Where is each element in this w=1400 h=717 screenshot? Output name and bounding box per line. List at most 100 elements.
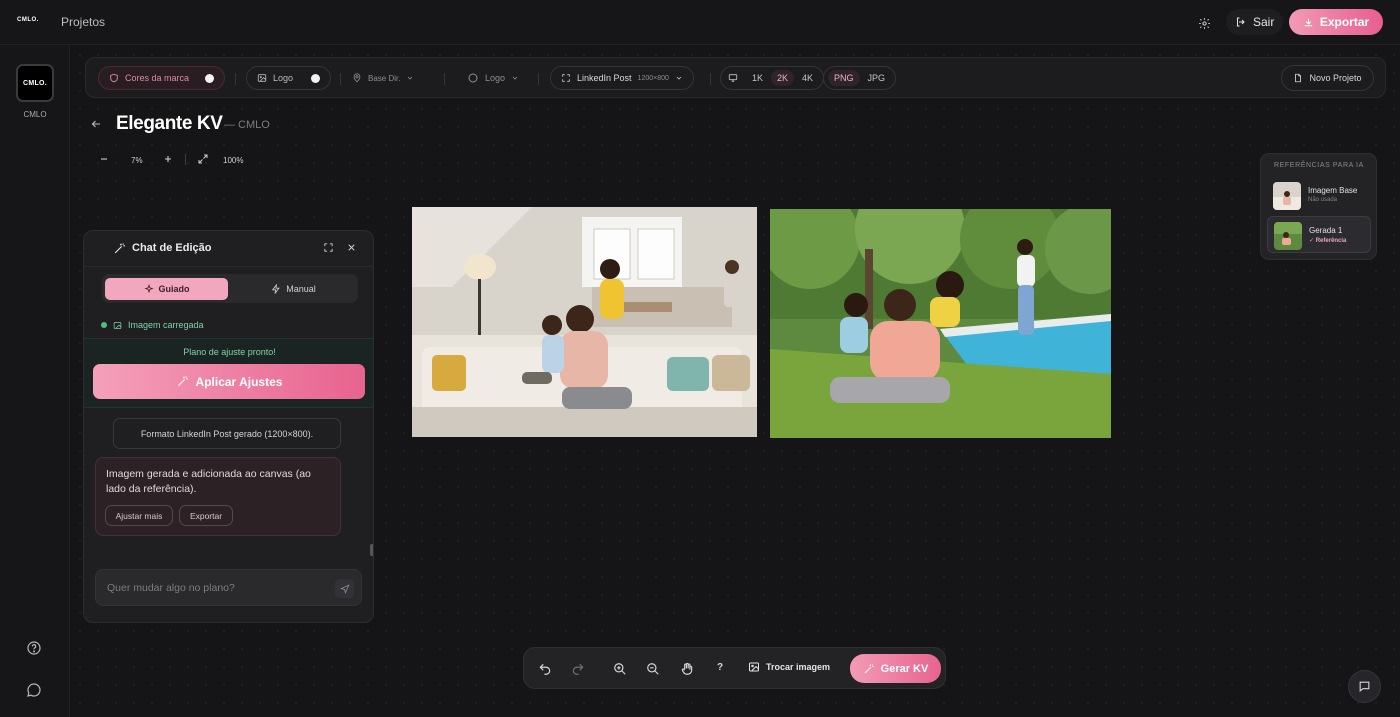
settings-button[interactable] [1193, 12, 1215, 34]
chat-message-input[interactable] [107, 580, 327, 596]
zoom-in-tool[interactable] [613, 662, 627, 676]
zoom-100-button[interactable]: 100% [223, 156, 243, 165]
divider [185, 154, 186, 165]
redo-button[interactable] [571, 662, 585, 676]
resolution-4k[interactable]: 4K [796, 70, 819, 86]
help-icon [27, 641, 41, 655]
image-swap-icon [749, 662, 759, 672]
zoom-out-tool[interactable] [646, 662, 660, 676]
nav-projects-link[interactable]: Projetos [61, 15, 105, 29]
chat-expand-button[interactable] [323, 242, 334, 253]
download-icon [1304, 18, 1312, 26]
top-bar: CMLO. Projetos Sair Exportar [0, 0, 1400, 45]
new-project-label: Novo Projeto [1309, 73, 1362, 83]
location-pin-icon [353, 73, 361, 83]
divider [235, 73, 236, 85]
project-logo-button[interactable]: CMLO. [16, 64, 54, 102]
base-dir-label: Base Dir. [368, 73, 401, 83]
image-status-label: Imagem carregada [128, 320, 204, 330]
monitor-icon [728, 74, 738, 82]
format-jpg[interactable]: JPG [862, 70, 892, 86]
zoom-out-button[interactable] [98, 153, 110, 165]
file-icon [1295, 73, 1302, 83]
assistant-message-text: Imagem gerada e adicionada ao canvas (ao… [106, 468, 311, 495]
references-title: REFERÊNCIAS PARA IA [1274, 162, 1364, 169]
zoom-in-button[interactable] [162, 153, 174, 165]
brand-logo[interactable]: CMLO. [17, 17, 39, 23]
shortcuts-help-button[interactable]: ? [717, 662, 723, 673]
image-icon [257, 74, 267, 82]
chat-close-button[interactable] [346, 242, 357, 253]
swap-image-button[interactable]: Trocar imagem [748, 661, 830, 673]
adjust-more-button[interactable]: Ajustar mais [105, 505, 173, 526]
ai-references-panel: REFERÊNCIAS PARA IA Imagem Base Não usad… [1260, 153, 1377, 260]
logo-select-label: Logo [485, 73, 506, 83]
chevron-down-icon [676, 76, 682, 80]
brand-name: CMLO [23, 110, 47, 119]
base-image[interactable] [412, 207, 757, 437]
logo-label: Logo [273, 73, 294, 83]
sparkle-icon [143, 284, 154, 294]
help-button[interactable] [26, 640, 42, 656]
undo-button[interactable] [538, 662, 552, 676]
logo-toggle[interactable]: Logo [246, 66, 332, 90]
send-button[interactable] [335, 579, 354, 598]
toggle-knob [205, 73, 215, 83]
mode-guided-label: Guiado [158, 284, 190, 294]
undo-icon [539, 663, 551, 675]
reference-item-generated[interactable]: Gerada 1 ✓ Referência [1267, 216, 1371, 253]
apply-adjustments-label: Aplicar Ajustes [195, 374, 283, 389]
plan-ready-section: Plano de ajuste pronto! Aplicar Ajustes [84, 338, 373, 408]
export-message-button[interactable]: Exportar [179, 505, 233, 526]
chat-scrollbar[interactable] [370, 544, 373, 556]
logout-label: Sair [1253, 15, 1275, 29]
mode-manual-tab[interactable]: Manual [232, 278, 355, 300]
format-select[interactable]: LinkedIn Post 1200×800 [550, 66, 694, 90]
back-button[interactable] [90, 118, 102, 130]
hand-icon [681, 662, 693, 675]
reference-item-base[interactable]: Imagem Base Não usada [1267, 177, 1371, 214]
chat-square-icon [1359, 681, 1370, 692]
new-project-button[interactable]: Novo Projeto [1281, 65, 1374, 91]
project-title: Elegante KV [116, 113, 223, 134]
resolution-1k[interactable]: 1K [746, 70, 769, 86]
resolution-2k[interactable]: 2K [771, 70, 795, 86]
assistant-message: Imagem gerada e adicionada ao canvas (ao… [95, 457, 341, 536]
pan-tool[interactable] [680, 662, 694, 676]
swap-image-label: Trocar imagem [766, 662, 831, 672]
reference-thumbnail [1274, 222, 1302, 250]
apply-adjustments-button[interactable]: Aplicar Ajustes [93, 364, 365, 399]
generate-kv-button[interactable]: Gerar KV [850, 654, 941, 683]
left-rail: CMLO. CMLO [0, 45, 70, 717]
format-png[interactable]: PNG [828, 70, 860, 86]
arrow-left-icon [91, 120, 100, 128]
generated-image[interactable] [770, 209, 1111, 438]
divider [710, 73, 711, 85]
close-icon [348, 244, 355, 251]
toggle-knob [311, 73, 321, 83]
mode-guided-tab[interactable]: Guiado [105, 278, 228, 300]
logo-select[interactable]: Logo [456, 66, 531, 90]
logout-button[interactable]: Sair [1226, 9, 1284, 35]
resize-icon [562, 74, 570, 82]
brand-colors-toggle[interactable]: Cores da marca [98, 66, 226, 90]
minus-icon [101, 158, 107, 160]
export-label: Exportar [1319, 15, 1370, 29]
logout-icon [1237, 17, 1245, 27]
plus-icon [165, 156, 171, 162]
base-dir-select[interactable]: Base Dir. [341, 66, 426, 90]
project-subtitle: — CMLO [224, 119, 270, 131]
family-garden-pool-photo [770, 209, 1111, 438]
system-message: Formato LinkedIn Post gerado (1200×800). [113, 418, 341, 449]
image-icon [113, 321, 122, 329]
fit-screen-button[interactable] [197, 153, 209, 165]
status-dot [101, 322, 107, 328]
resolution-segmented: 1K 2K 4K [720, 66, 825, 90]
plan-ready-label: Plano de ajuste pronto! [183, 347, 276, 357]
support-chat-button[interactable] [1348, 670, 1381, 703]
messages-button[interactable] [26, 682, 42, 698]
family-living-room-photo [412, 207, 757, 437]
export-button[interactable]: Exportar [1289, 9, 1383, 35]
bottom-toolbar: ? Trocar imagem Gerar KV [523, 647, 946, 689]
circle-icon [468, 73, 478, 83]
